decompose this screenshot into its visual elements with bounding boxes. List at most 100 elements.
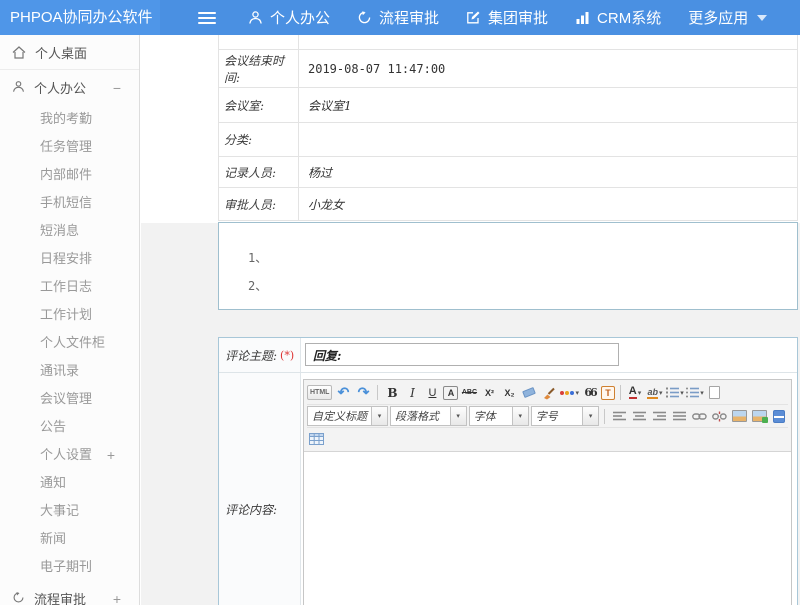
sidebar-item-memorabilia[interactable]: 大事记 [0,497,139,525]
sidebar-item-label: 我的考勤 [40,111,92,126]
redo-icon[interactable]: ↷ [354,384,372,402]
field-label: 审批人员: [219,188,299,220]
chevron-down-icon: ▾ [582,407,598,425]
sidebar-item-e-journal[interactable]: 电子期刊 [0,553,139,581]
blockquote-icon[interactable]: 66 [581,384,599,402]
align-right-icon[interactable] [650,407,668,425]
comment-form-table: 评论主题: (*) 回复: 评论内容: HTML [218,337,798,605]
new-page-icon[interactable] [706,384,724,402]
ordered-list-icon[interactable]: ▾ [666,384,684,402]
sidebar-item-schedule[interactable]: 日程安排 [0,245,139,273]
subscript-icon[interactable]: X₂ [500,384,518,402]
note-line: 2、 [248,277,797,294]
sidebar-item-work-plan[interactable]: 工作计划 [0,301,139,329]
comment-subject-cell: 回复: [301,338,797,372]
editor-content-area[interactable] [304,452,791,605]
editor-toolbar: HTML ↶ ↷ B I U A ABC X² X₂ [304,380,791,452]
color-splash-icon[interactable]: ▾ [560,384,579,402]
font-color-icon[interactable]: A▾ [626,384,644,402]
sidebar-item-desktop[interactable]: 个人桌面 [0,35,139,70]
unordered-list-icon[interactable]: ▾ [686,384,704,402]
sidebar-item-short-message[interactable]: 短消息 [0,217,139,245]
sidebar-item-personal-settings[interactable]: 个人设置 + [0,441,139,469]
nav-workflow-approval[interactable]: 流程审批 [357,7,439,28]
sidebar-item-work-log[interactable]: 工作日志 [0,273,139,301]
nav-crm-system[interactable]: CRM系统 [575,7,661,28]
nav-group-approval[interactable]: 集团审批 [466,7,548,28]
field-value [299,35,797,49]
link-icon[interactable] [690,407,708,425]
bold-icon[interactable]: B [383,384,401,402]
bar-chart-icon [575,11,590,25]
field-label: 会议结束时间: [219,50,299,87]
collapse-icon[interactable]: − [113,80,121,96]
expand-icon[interactable]: + [113,591,121,605]
sidebar-item-announcement[interactable]: 公告 [0,413,139,441]
sidebar-section-personal-office[interactable]: 个人办公 − [0,70,139,105]
chevron-down-icon: ▾ [371,407,387,425]
history-icon [357,10,372,25]
highlight-color-icon[interactable]: ab▾ [646,384,664,402]
field-value: 小龙女 [299,188,797,220]
field-label [219,35,299,49]
font-size-dropdown[interactable]: 字号▾ [531,406,599,426]
comment-subject-input[interactable]: 回复: [305,343,619,366]
sidebar-item-label: 电子期刊 [40,559,92,574]
italic-icon[interactable]: I [403,384,421,402]
paste-text-icon[interactable]: T [601,386,615,400]
sidebar-item-tasks[interactable]: 任务管理 [0,133,139,161]
eraser-icon[interactable] [520,384,538,402]
sidebar-item-label: 内部邮件 [40,167,92,182]
meeting-notes-box: 1、 2、 [218,222,798,310]
sidebar-item-file-cabinet[interactable]: 个人文件柜 [0,329,139,357]
strikethrough-icon[interactable]: ABC [460,384,478,402]
sidebar-item-internal-mail[interactable]: 内部邮件 [0,161,139,189]
meeting-info-table: 会议结束时间: 2019-08-07 11:47:00 会议室: 会议室1 分类… [218,35,798,221]
sidebar-item-label: 日程安排 [40,251,92,266]
sidebar-item-label: 任务管理 [40,139,92,154]
sidebar-section-workflow[interactable]: 流程审批 + [0,581,139,605]
nav-more-apps[interactable]: 更多应用 [688,7,767,28]
sidebar-section-label: 个人办公 [34,78,86,97]
insert-image-icon[interactable] [750,407,768,425]
sidebar-item-news[interactable]: 新闻 [0,525,139,553]
field-value [299,123,797,156]
sidebar-item-label: 大事记 [40,503,79,518]
align-left-icon[interactable] [610,407,628,425]
table-row-end-time: 会议结束时间: 2019-08-07 11:47:00 [219,50,797,88]
nav-personal-office[interactable]: 个人办公 [248,7,330,28]
table-row-approver: 审批人员: 小龙女 [219,188,797,221]
image-icon[interactable] [730,407,748,425]
sidebar-item-meeting-management[interactable]: 会议管理 [0,385,139,413]
sidebar-item-label: 短消息 [40,223,79,238]
history-icon [12,591,25,605]
autoformat-icon[interactable]: A [443,386,458,400]
toolbar-row-1: HTML ↶ ↷ B I U A ABC X² X₂ [307,381,788,404]
superscript-icon[interactable]: X² [480,384,498,402]
table-icon[interactable] [307,430,325,448]
heading-style-dropdown[interactable]: 自定义标题▾ [307,406,388,426]
sidebar: 个人桌面 个人办公 − 我的考勤 任务管理 内部邮件 手机短信 短消息 日程安排… [0,35,140,605]
align-center-icon[interactable] [630,407,648,425]
expand-icon[interactable]: + [107,441,115,469]
font-family-dropdown[interactable]: 字体▾ [469,406,529,426]
unlink-icon[interactable] [710,407,728,425]
comment-subject-label: 评论主题: (*) [219,338,301,372]
paragraph-format-dropdown[interactable]: 段落格式▾ [390,406,467,426]
hamburger-menu-icon[interactable] [198,12,216,24]
format-brush-icon[interactable] [540,384,558,402]
justify-icon[interactable] [670,407,688,425]
sidebar-item-attendance[interactable]: 我的考勤 [0,105,139,133]
underline-icon[interactable]: U [423,384,441,402]
undo-icon[interactable]: ↶ [334,384,352,402]
sidebar-item-sms[interactable]: 手机短信 [0,189,139,217]
app-window: PHPOA协同办公软件 个人办公 流程审批 集团审批 [0,0,800,605]
main-content: 会议结束时间: 2019-08-07 11:47:00 会议室: 会议室1 分类… [141,35,800,605]
toolbar-separator [604,409,605,424]
toolbar-row-2: 自定义标题▾ 段落格式▾ 字体▾ 字号▾ [307,404,788,427]
sidebar-item-contacts[interactable]: 通讯录 [0,357,139,385]
nav-label: 更多应用 [688,7,748,28]
html-source-button[interactable]: HTML [307,385,332,400]
sidebar-item-notice[interactable]: 通知 [0,469,139,497]
media-icon[interactable] [770,407,788,425]
